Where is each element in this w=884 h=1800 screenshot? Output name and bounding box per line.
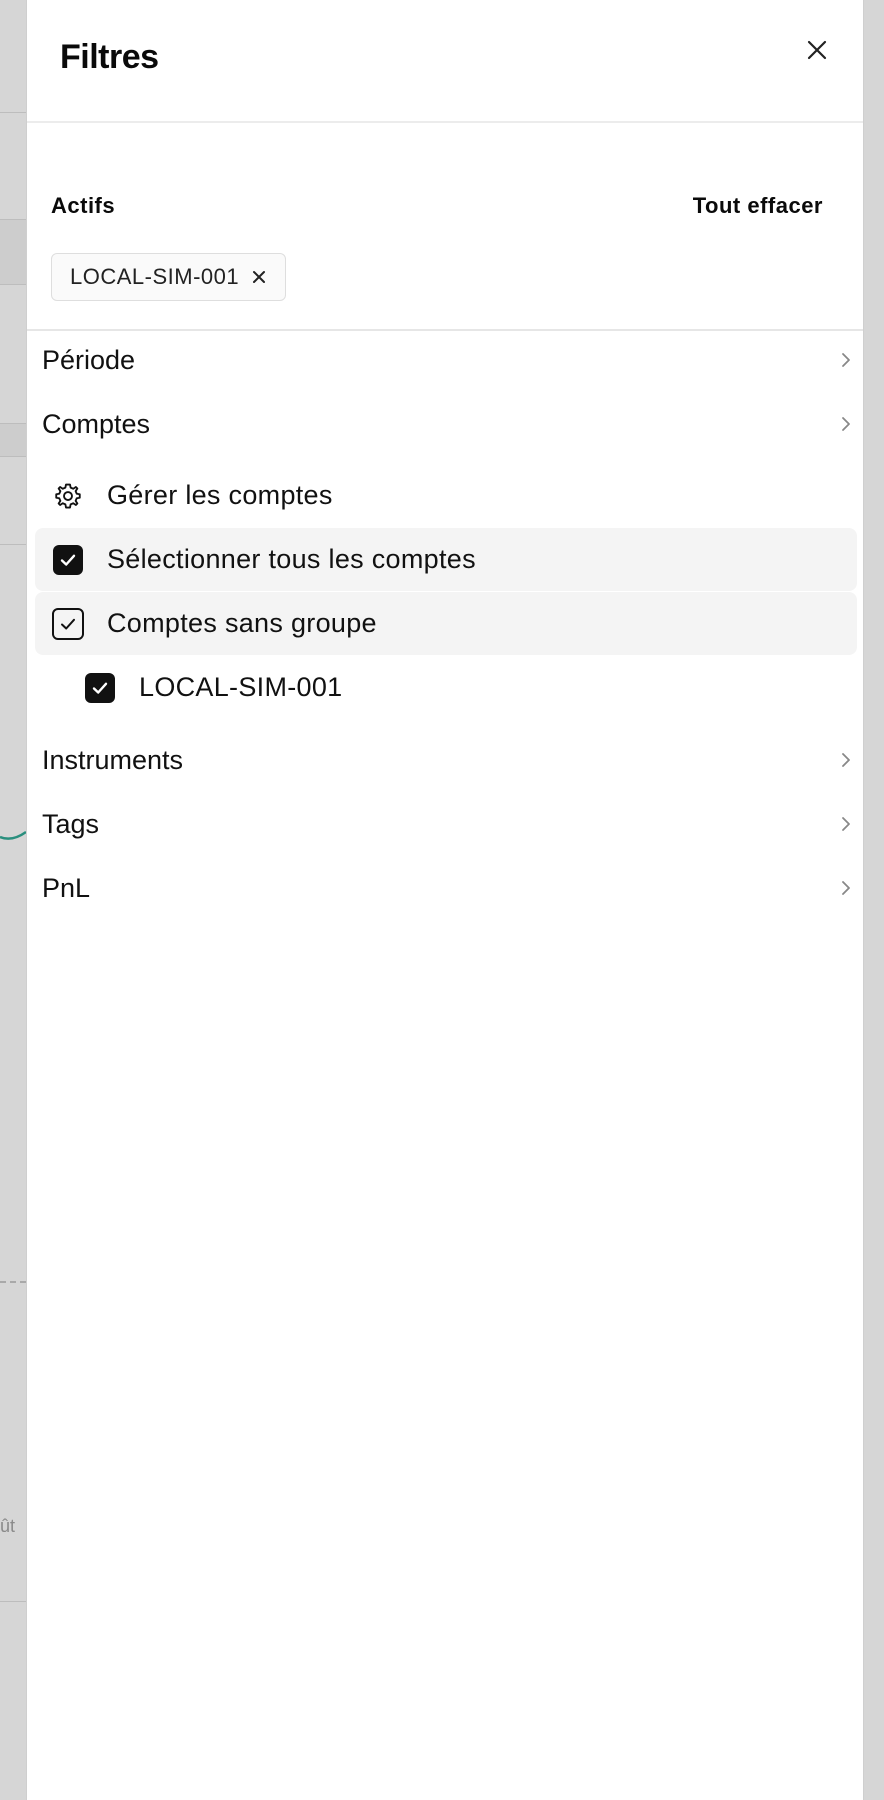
chevron-right-icon — [839, 750, 853, 770]
section-label: Instruments — [42, 744, 184, 775]
section-label: Période — [42, 344, 136, 375]
background-right-edge — [864, 0, 884, 1800]
close-icon — [807, 40, 827, 60]
section-label: PnL — [42, 872, 91, 903]
chip-label: LOCAL-SIM-001 — [70, 264, 240, 289]
chip-remove-button[interactable] — [251, 269, 267, 285]
sheet-header: Filtres — [27, 0, 863, 123]
section-label: Tags — [42, 808, 100, 839]
background-panel — [0, 219, 28, 285]
close-icon — [253, 271, 266, 283]
active-filters-section: Actifs Tout effacer LOCAL-SIM-001 — [27, 123, 863, 331]
background-panel — [0, 423, 28, 457]
close-button[interactable] — [797, 30, 837, 70]
section-label: Comptes — [42, 408, 151, 439]
gear-icon — [51, 479, 85, 513]
ungrouped-accounts-checkbox[interactable]: Comptes sans groupe — [35, 592, 857, 655]
sheet-title: Filtres — [60, 38, 159, 76]
account-checkbox-local-sim-001[interactable]: LOCAL-SIM-001 — [67, 656, 857, 719]
checkbox-checked-icon — [85, 672, 115, 703]
checkbox-wrapper — [83, 671, 117, 705]
ungrouped-label: Comptes sans groupe — [107, 608, 377, 638]
clear-all-button[interactable]: Tout effacer — [693, 193, 823, 219]
background-divider — [0, 544, 28, 545]
checkbox-wrapper — [51, 607, 85, 641]
background-axis-tick: ût — [0, 1516, 16, 1536]
checkbox-wrapper — [51, 543, 85, 577]
section-comptes[interactable]: Comptes — [27, 394, 865, 454]
background-gridline — [0, 1281, 26, 1283]
section-instruments[interactable]: Instruments — [27, 730, 865, 790]
section-pnl[interactable]: PnL — [27, 858, 865, 918]
chevron-right-icon — [839, 878, 853, 898]
checkbox-checked-icon — [53, 544, 83, 575]
section-periode[interactable]: Période — [27, 330, 865, 390]
account-label: LOCAL-SIM-001 — [139, 672, 343, 702]
section-tags[interactable]: Tags — [27, 794, 865, 854]
select-all-label: Sélectionner tous les comptes — [107, 544, 476, 574]
manage-accounts-button[interactable]: Gérer les comptes — [35, 464, 857, 527]
filters-sheet: Filtres Actifs Tout effacer LOCAL-SIM-00… — [26, 0, 864, 1800]
active-filter-chip: LOCAL-SIM-001 — [51, 253, 287, 301]
background-divider — [0, 112, 28, 113]
chevron-right-icon — [839, 414, 853, 434]
active-filters-label: Actifs — [51, 193, 116, 218]
chevron-right-icon — [839, 814, 853, 834]
manage-accounts-label: Gérer les comptes — [107, 480, 333, 510]
select-all-accounts-checkbox[interactable]: Sélectionner tous les comptes — [35, 528, 857, 591]
background-divider — [0, 1601, 28, 1602]
checkbox-outline-check-icon — [52, 607, 84, 640]
chevron-right-icon — [839, 350, 853, 370]
